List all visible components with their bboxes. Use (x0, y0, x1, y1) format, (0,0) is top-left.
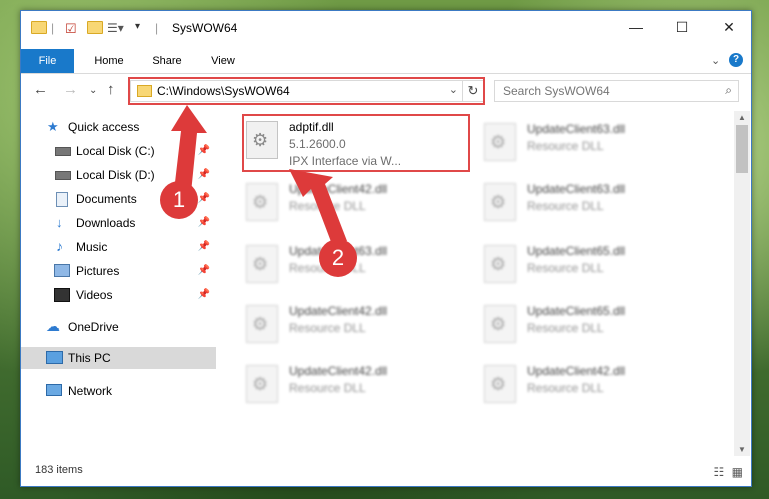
annotation-arrows (171, 105, 347, 247)
arrow-2 (289, 169, 347, 247)
arrow-1 (171, 105, 207, 193)
step-1-badge: 1 (160, 181, 198, 219)
step-2-badge: 2 (319, 239, 357, 277)
file-explorer-window: | ☑ ☰▾ ▾ | SysWOW64 — ☐ ✕ File Home Shar… (20, 10, 752, 487)
